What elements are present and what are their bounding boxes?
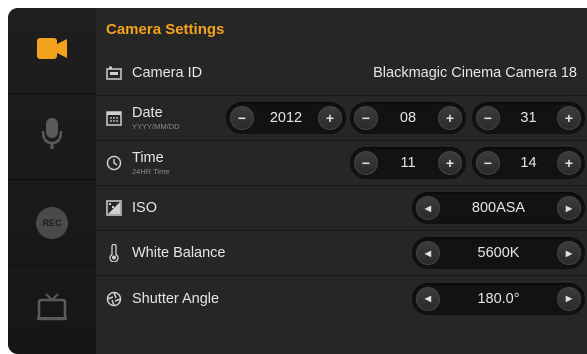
white-balance-label: White Balance — [132, 245, 226, 261]
time-label-group: Time 24HR Time — [132, 151, 170, 175]
iso-next-button[interactable]: ▶ — [557, 196, 581, 220]
white-balance-row: White Balance ◀ 5600K ▶ — [96, 231, 587, 276]
monitor-icon — [36, 292, 68, 327]
day-decrement-button[interactable]: − — [476, 106, 500, 130]
date-label: Date — [132, 105, 163, 121]
year-increment-button[interactable]: + — [318, 106, 342, 130]
minute-stepper[interactable]: − 14 + — [472, 147, 585, 179]
camera-ui-frame: REC Camera Settings Camera ID Blackmagic… — [8, 8, 587, 354]
iso-icon — [106, 200, 122, 216]
camera-id-row: Camera ID Blackmagic Cinema Camera 18 — [96, 51, 587, 96]
microphone-icon — [41, 117, 63, 156]
sidebar-item-display[interactable] — [8, 266, 96, 352]
year-decrement-button[interactable]: − — [230, 106, 254, 130]
year-value: 2012 — [269, 110, 303, 126]
date-format-label: YYYY/MM/DD — [132, 121, 180, 131]
iso-label: ISO — [132, 200, 157, 216]
shutter-angle-next-button[interactable]: ▶ — [557, 286, 581, 311]
camera-id-icon — [106, 65, 122, 81]
shutter-angle-value: 180.0° — [477, 290, 520, 307]
rec-icon: REC — [36, 206, 68, 239]
shutter-angle-label: Shutter Angle — [132, 290, 220, 307]
iso-value: 800ASA — [471, 200, 526, 216]
minute-value: 14 — [520, 155, 537, 171]
hour-increment-button[interactable]: + — [438, 151, 462, 175]
minute-decrement-button[interactable]: − — [476, 151, 500, 175]
month-value: 08 — [399, 110, 417, 126]
day-stepper[interactable]: − 31 + — [472, 102, 585, 134]
month-decrement-button[interactable]: − — [354, 106, 378, 130]
hour-value: 11 — [400, 155, 416, 171]
sidebar: REC — [8, 8, 96, 354]
camera-icon — [35, 35, 69, 66]
month-increment-button[interactable]: + — [438, 106, 462, 130]
sidebar-item-camera[interactable] — [8, 8, 96, 94]
year-stepper[interactable]: − 2012 + — [226, 102, 346, 134]
day-value: 31 — [520, 110, 537, 126]
iso-row: ISO ◀ 800ASA ▶ — [96, 186, 587, 231]
clock-icon — [106, 155, 122, 171]
time-label: Time — [132, 150, 164, 166]
time-format-label: 24HR Time — [132, 166, 170, 176]
time-row: Time 24HR Time − 11 + − 14 + — [96, 141, 587, 186]
shutter-angle-prev-button[interactable]: ◀ — [416, 286, 440, 311]
shutter-angle-selector[interactable]: ◀ 180.0° ▶ — [412, 282, 585, 315]
settings-panel: Camera Settings Camera ID Blackmagic Cin… — [96, 8, 587, 354]
white-balance-prev-button[interactable]: ◀ — [416, 241, 440, 265]
page-title: Camera Settings — [106, 21, 225, 38]
sidebar-item-audio[interactable] — [8, 94, 96, 180]
iso-prev-button[interactable]: ◀ — [416, 196, 440, 220]
hour-stepper[interactable]: − 11 + — [350, 147, 466, 179]
camera-id-value[interactable]: Blackmagic Cinema Camera 18 — [373, 65, 577, 81]
camera-id-label: Camera ID — [132, 65, 203, 81]
thermometer-icon — [106, 244, 122, 262]
calendar-icon — [106, 110, 122, 126]
white-balance-selector[interactable]: ◀ 5600K ▶ — [412, 237, 585, 269]
white-balance-next-button[interactable]: ▶ — [557, 241, 581, 265]
shutter-angle-row: Shutter Angle ◀ 180.0° ▶ — [96, 276, 587, 321]
date-label-group: Date YYYY/MM/DD — [132, 106, 180, 130]
white-balance-value: 5600K — [477, 245, 520, 261]
iso-selector[interactable]: ◀ 800ASA ▶ — [412, 192, 585, 224]
sidebar-item-record[interactable]: REC — [8, 180, 96, 266]
shutter-icon — [106, 291, 122, 307]
day-increment-button[interactable]: + — [557, 106, 581, 130]
month-stepper[interactable]: − 08 + — [350, 102, 466, 134]
date-row: Date YYYY/MM/DD − 2012 + − 08 + − 31 + — [96, 96, 587, 141]
hour-decrement-button[interactable]: − — [354, 151, 378, 175]
minute-increment-button[interactable]: + — [557, 151, 581, 175]
